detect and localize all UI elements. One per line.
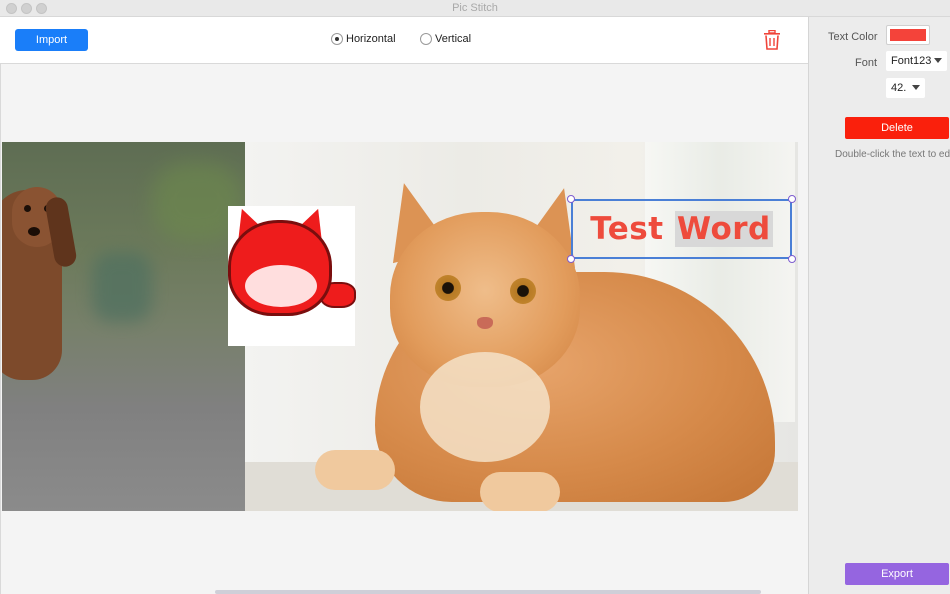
chevron-down-icon [912, 85, 920, 90]
resize-handle-bottom-right[interactable] [788, 255, 796, 263]
dog-nose [28, 227, 40, 236]
resize-handle-bottom-left[interactable] [567, 255, 575, 263]
layout-horizontal-radio[interactable]: Horizontal [331, 33, 396, 45]
horizontal-scrollbar[interactable] [215, 590, 761, 594]
font-label: Font [855, 57, 878, 69]
font-size-value: 42. [891, 82, 907, 94]
text-overlay[interactable]: Test Word [571, 199, 792, 259]
toolbar: Import Horizontal Vertical [0, 17, 808, 64]
delete-button[interactable]: Delete [845, 117, 949, 139]
stitched-image[interactable]: Test Word [2, 142, 798, 511]
chevron-down-icon [934, 58, 942, 63]
layout-horizontal-label: Horizontal [346, 33, 396, 45]
text-color-picker[interactable] [886, 25, 930, 45]
cat-nose [477, 317, 493, 329]
resize-handle-top-right[interactable] [788, 195, 796, 203]
font-select-value: Font123 [891, 55, 932, 67]
layout-vertical-radio[interactable]: Vertical [420, 33, 471, 45]
resize-handle-top-left[interactable] [567, 195, 575, 203]
cat-eye-left [435, 275, 461, 301]
fox-sticker[interactable] [227, 203, 356, 346]
cat-paw-right [480, 472, 560, 511]
dog-photo[interactable] [2, 142, 245, 511]
hint-text: Double-click the text to ed [835, 149, 950, 160]
trash-icon[interactable] [763, 30, 781, 50]
radio-checked-icon[interactable] [331, 33, 343, 45]
title-bar: Pic Stitch [0, 0, 950, 17]
radio-unchecked-icon[interactable] [420, 33, 432, 45]
font-size-select[interactable]: 42. [886, 78, 925, 98]
text-color-label: Text Color [828, 31, 878, 43]
overlay-text[interactable]: Test Word [590, 211, 773, 247]
cat-paw-left [315, 450, 395, 490]
text-color-fill [890, 29, 926, 41]
export-button[interactable]: Export [845, 563, 949, 585]
properties-panel: Text Color Font Font123 42. Delete Doubl… [808, 17, 950, 594]
layout-vertical-label: Vertical [435, 33, 472, 45]
import-button[interactable]: Import [15, 29, 88, 51]
overlay-text-selection[interactable]: Word [674, 211, 773, 247]
font-select[interactable]: Font123 [886, 51, 947, 71]
canvas-area[interactable]: Test Word [0, 64, 808, 594]
cat-eye-right [510, 278, 536, 304]
fox-head [228, 220, 332, 316]
window-title: Pic Stitch [452, 2, 498, 14]
